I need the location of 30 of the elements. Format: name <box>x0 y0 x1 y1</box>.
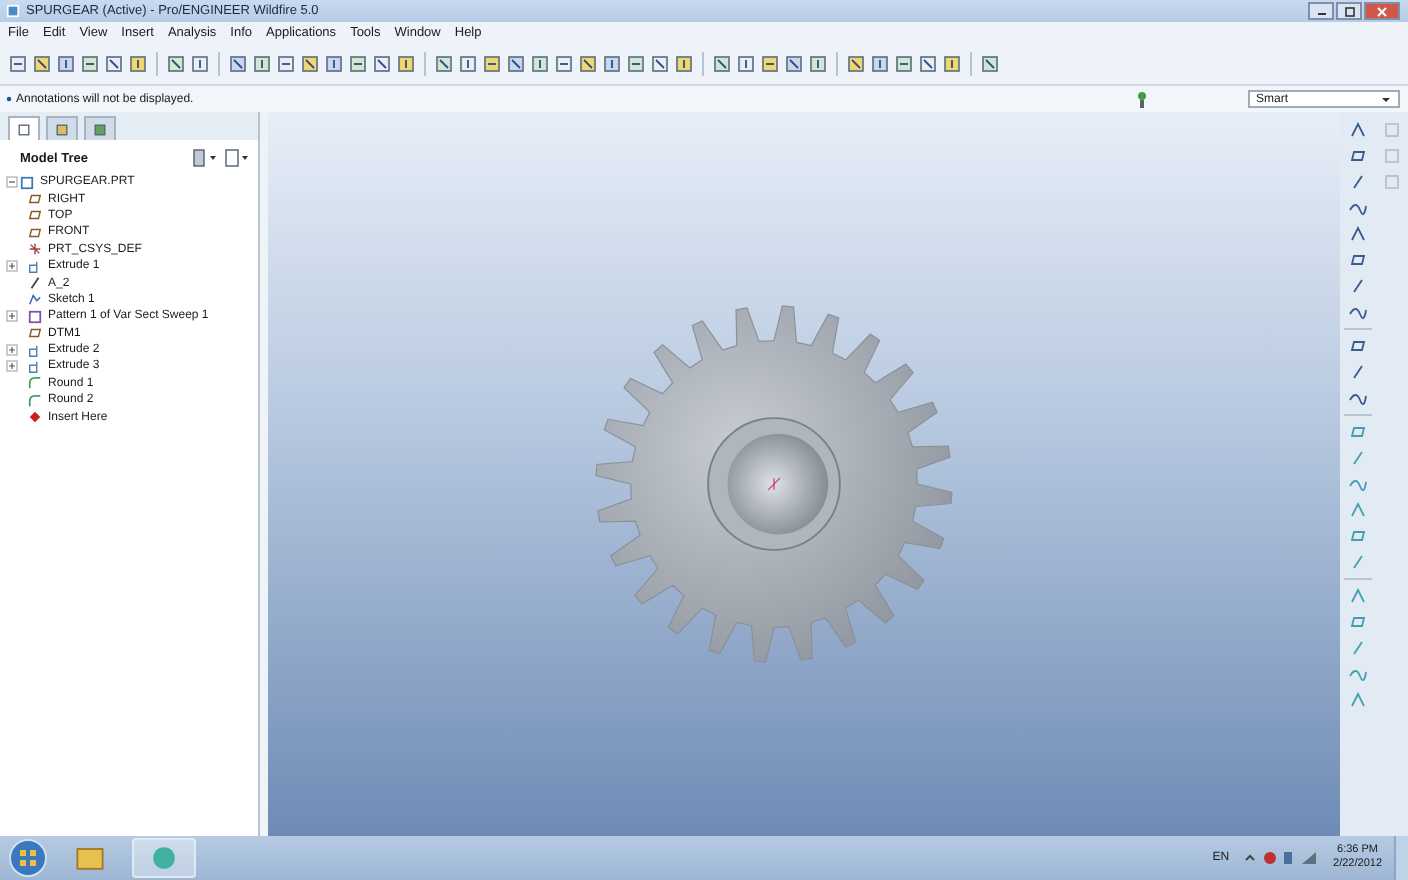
maximize-button[interactable] <box>1336 2 1362 20</box>
status-light-icon <box>1136 89 1148 109</box>
tree-tab-icon <box>16 121 32 137</box>
start-button[interactable] <box>8 838 48 878</box>
close-icon <box>1372 5 1392 17</box>
expand-icon[interactable] <box>6 260 18 273</box>
sketch-icon <box>28 292 42 307</box>
insert-icon <box>28 410 42 425</box>
plane-icon <box>28 326 42 341</box>
app-icon <box>6 4 20 18</box>
axis-icon[interactable] <box>1348 172 1368 192</box>
caret-icon <box>1380 95 1392 103</box>
close-button[interactable] <box>1364 2 1400 20</box>
maximize-icon <box>1339 5 1359 17</box>
plane-icon[interactable] <box>1348 146 1368 166</box>
part-icon <box>20 175 34 190</box>
favorites-tab-icon <box>92 121 108 137</box>
navigator-tab[interactable] <box>46 116 78 140</box>
expand-icon[interactable] <box>6 360 18 373</box>
curve-icon[interactable] <box>1348 198 1368 218</box>
navigator-tab[interactable] <box>84 116 116 140</box>
tray-icons[interactable] <box>1241 848 1322 868</box>
folder-tab-icon <box>54 121 70 137</box>
expand-icon[interactable] <box>6 310 18 323</box>
expand-icon[interactable] <box>6 344 18 357</box>
bullet-icon <box>6 96 12 102</box>
collapse-icon[interactable] <box>6 176 18 189</box>
minimize-button[interactable] <box>1308 2 1334 20</box>
navigator-tab[interactable] <box>8 116 40 140</box>
axis-icon <box>28 276 42 291</box>
